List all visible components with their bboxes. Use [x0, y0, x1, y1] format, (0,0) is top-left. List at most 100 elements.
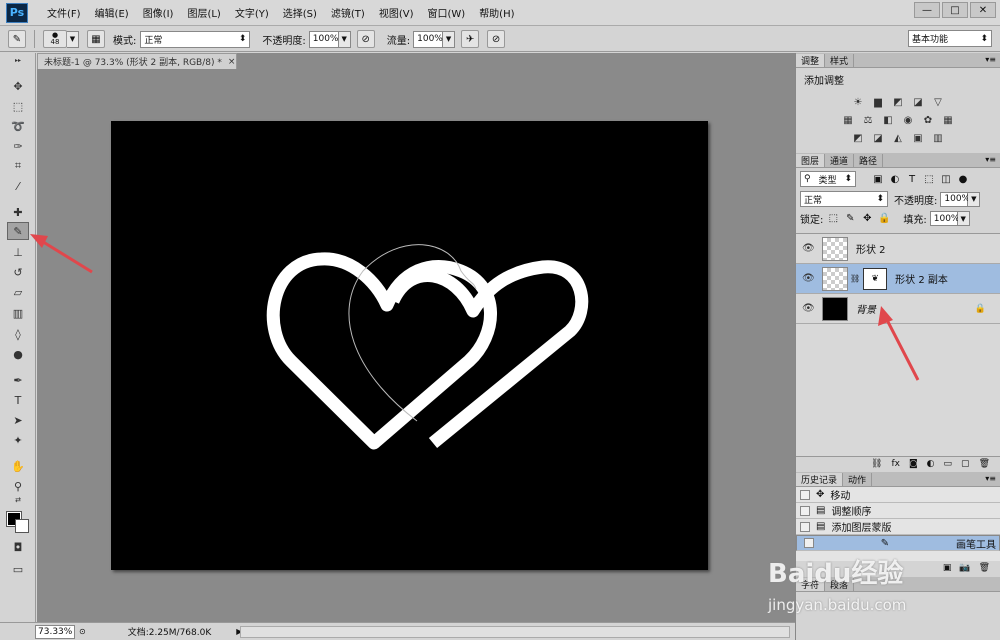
- tab-adjustments[interactable]: 调整: [796, 54, 826, 67]
- filter-toggle-icon[interactable]: ●: [956, 172, 970, 186]
- chevron-down-icon[interactable]: ▼: [67, 30, 79, 48]
- path-select-tool-icon[interactable]: ➤: [7, 411, 29, 429]
- visibility-eye-icon[interactable]: 👁: [802, 243, 818, 254]
- gradient-tool-icon[interactable]: ▥: [7, 304, 29, 322]
- restore-button[interactable]: □: [942, 2, 968, 18]
- lock-all-icon[interactable]: 🔒: [877, 212, 891, 226]
- pressure-size-icon[interactable]: ⊘: [487, 30, 506, 48]
- history-source-checkbox[interactable]: [800, 489, 810, 500]
- hue-saturation-icon[interactable]: ▦: [840, 113, 856, 127]
- menu-image[interactable]: 图像(I): [136, 5, 181, 20]
- panel-menu-icon[interactable]: ▾≡: [985, 155, 996, 164]
- history-item[interactable]: ✥ 移动: [796, 487, 1000, 503]
- vibrance-icon[interactable]: ▽: [930, 95, 946, 109]
- layer-mask-thumbnail[interactable]: ❦: [863, 267, 888, 290]
- lock-pixels-icon[interactable]: ✎: [843, 212, 857, 226]
- exposure-icon[interactable]: ◪: [910, 95, 926, 109]
- shape-filter-icon[interactable]: ⬚: [922, 172, 936, 186]
- menu-filter[interactable]: 滤镜(T): [324, 5, 372, 20]
- move-tool-icon[interactable]: ✥: [7, 77, 29, 95]
- menu-edit[interactable]: 编辑(E): [88, 5, 136, 20]
- workspace-select[interactable]: 基本功能 ⬍: [908, 30, 992, 47]
- brush-panel-toggle[interactable]: ▦: [87, 30, 105, 48]
- history-source-checkbox[interactable]: [800, 521, 810, 532]
- history-source-checkbox[interactable]: [804, 538, 814, 548]
- layer-style-icon[interactable]: fx: [891, 459, 900, 469]
- opacity-input[interactable]: 100%: [308, 30, 339, 48]
- selective-color-icon[interactable]: ▥: [930, 131, 946, 145]
- menu-file[interactable]: 文件(F): [40, 5, 88, 20]
- menu-layer[interactable]: 图层(L): [180, 5, 227, 20]
- minimize-button[interactable]: —: [914, 2, 940, 18]
- pixel-filter-icon[interactable]: ▣: [871, 172, 885, 186]
- pen-tool-icon[interactable]: ✒: [7, 371, 29, 389]
- background-color-swatch[interactable]: [15, 519, 29, 533]
- gradient-map-icon[interactable]: ▣: [910, 131, 926, 145]
- quick-select-tool-icon[interactable]: ✑: [7, 137, 29, 155]
- menu-type[interactable]: 文字(Y): [228, 5, 276, 20]
- new-layer-icon[interactable]: ▢: [961, 459, 970, 469]
- airbrush-icon[interactable]: ✈: [461, 30, 480, 48]
- menu-view[interactable]: 视图(V): [372, 5, 421, 20]
- tab-history[interactable]: 历史记录: [796, 473, 844, 486]
- history-item[interactable]: ▤ 添加图层蒙版: [796, 519, 1000, 535]
- flow-dropdown[interactable]: ▼: [443, 30, 456, 48]
- shape-tool-icon[interactable]: ✦: [7, 431, 29, 449]
- dodge-tool-icon[interactable]: ●: [7, 345, 29, 363]
- delete-state-icon[interactable]: 🗑: [979, 563, 990, 573]
- tab-layers[interactable]: 图层: [796, 154, 826, 167]
- history-item[interactable]: ▤ 调整顺序: [796, 503, 1000, 519]
- color-lookup-icon[interactable]: ▦: [940, 113, 956, 127]
- hand-tool-icon[interactable]: ✋: [7, 457, 29, 475]
- layer-row[interactable]: 👁 形状 2: [796, 234, 1000, 264]
- blur-tool-icon[interactable]: ◊: [7, 325, 29, 343]
- lock-position-icon[interactable]: ✥: [860, 212, 874, 226]
- link-layers-icon[interactable]: ⛓: [871, 459, 882, 469]
- lasso-tool-icon[interactable]: ➰: [7, 117, 29, 135]
- type-tool-icon[interactable]: T: [7, 391, 29, 409]
- tab-channels[interactable]: 通道: [825, 154, 855, 167]
- black-white-icon[interactable]: ◧: [880, 113, 896, 127]
- eraser-tool-icon[interactable]: ▱: [7, 283, 29, 301]
- screen-mode-icon[interactable]: ▭: [7, 560, 29, 578]
- horizontal-scrollbar[interactable]: [240, 626, 790, 638]
- menu-select[interactable]: 选择(S): [276, 5, 324, 20]
- brightness-icon[interactable]: ☀: [850, 95, 866, 109]
- posterize-icon[interactable]: ◪: [870, 131, 886, 145]
- lock-transparency-icon[interactable]: ⬚: [826, 212, 840, 226]
- adjustment-filter-icon[interactable]: ◐: [888, 172, 902, 186]
- close-tab-icon[interactable]: ×: [228, 57, 236, 67]
- layer-opacity-dropdown[interactable]: ▼: [968, 191, 981, 207]
- delete-layer-icon[interactable]: 🗑: [979, 459, 990, 469]
- menu-help[interactable]: 帮助(H): [472, 5, 521, 20]
- brush-tool-icon[interactable]: ✎: [7, 222, 29, 240]
- stamp-tool-icon[interactable]: ⊥: [7, 243, 29, 261]
- tab-styles[interactable]: 样式: [825, 54, 855, 67]
- levels-icon[interactable]: ▆: [870, 95, 886, 109]
- history-brush-tool-icon[interactable]: ↺: [7, 263, 29, 281]
- curves-icon[interactable]: ◩: [890, 95, 906, 109]
- color-balance-icon[interactable]: ⚖: [860, 113, 876, 127]
- layer-row[interactable]: 👁 背景 🔒: [796, 294, 1000, 324]
- brush-size-picker[interactable]: ● 48 ▼: [43, 30, 79, 48]
- tool-preset-picker[interactable]: ✎: [8, 30, 26, 48]
- snapshot-icon[interactable]: 📷: [959, 563, 970, 573]
- quick-mask-icon[interactable]: ◘: [7, 538, 29, 556]
- crop-tool-icon[interactable]: ⌗: [7, 157, 29, 175]
- new-document-from-state-icon[interactable]: ▣: [943, 563, 952, 573]
- swap-colors-icon[interactable]: ⇄: [7, 495, 29, 505]
- smart-object-filter-icon[interactable]: ◫: [939, 172, 953, 186]
- close-button[interactable]: ✕: [970, 2, 996, 18]
- add-mask-icon[interactable]: ◙: [909, 459, 918, 469]
- new-adjustment-icon[interactable]: ◐: [927, 459, 935, 469]
- brush-preset-icon[interactable]: ✎: [8, 30, 26, 48]
- invert-icon[interactable]: ◩: [850, 131, 866, 145]
- pressure-opacity-icon[interactable]: ⊘: [356, 30, 375, 48]
- fill-input[interactable]: 100%: [929, 211, 959, 226]
- type-filter-icon[interactable]: T: [905, 172, 919, 186]
- zoom-field[interactable]: 73.33%: [35, 624, 75, 639]
- history-source-checkbox[interactable]: [800, 505, 810, 516]
- fill-dropdown[interactable]: ▼: [957, 211, 970, 226]
- new-group-icon[interactable]: ▭: [944, 459, 953, 469]
- brush-panel-icon[interactable]: ▦: [87, 30, 105, 48]
